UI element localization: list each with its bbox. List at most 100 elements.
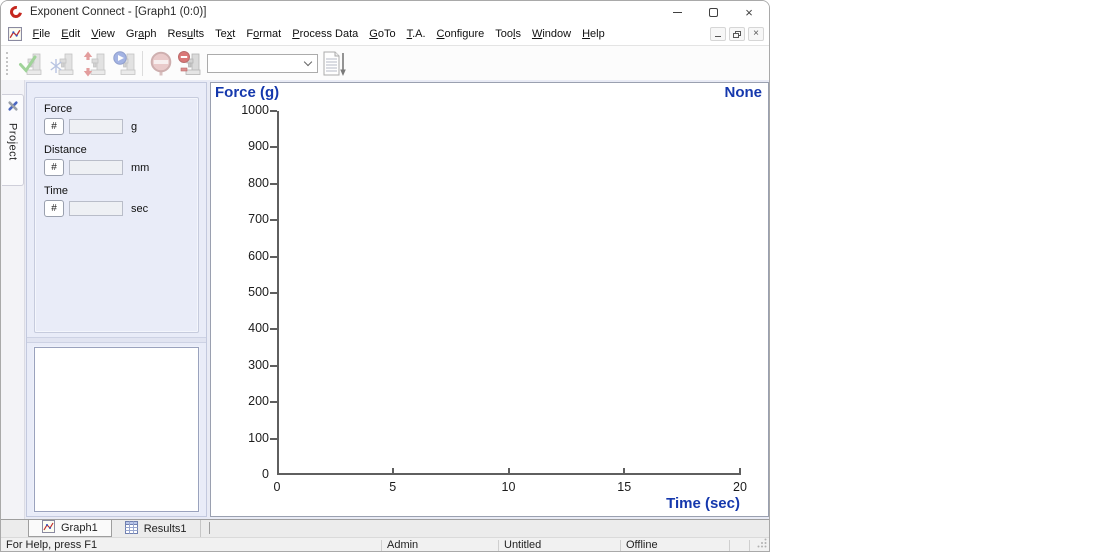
distance-label: Distance <box>44 144 198 156</box>
stop-sign-icon <box>149 51 175 77</box>
y-tick-mark <box>270 146 277 148</box>
x-tick-label: 20 <box>720 480 760 494</box>
distance-hash-button[interactable]: # <box>44 159 64 176</box>
status-separator <box>620 540 621 551</box>
horizontal-splitter[interactable] <box>27 337 206 343</box>
tab-bar-divider <box>209 522 210 534</box>
report-download-icon <box>321 51 347 77</box>
menu-item-process-data[interactable]: Process Data <box>287 25 364 43</box>
y-tick-mark <box>270 183 277 185</box>
mdi-window-controls: × <box>710 27 764 41</box>
status-separator <box>729 540 730 551</box>
menu-item-configure[interactable]: Configure <box>431 25 490 43</box>
chevron-down-icon <box>304 58 312 66</box>
desktop: Exponent Connect - [Graph1 (0:0)] × File… <box>0 0 1110 552</box>
y-tick-label: 900 <box>217 139 269 153</box>
close-icon: × <box>745 6 753 19</box>
force-label: Force <box>44 103 198 115</box>
tab-results1[interactable]: Results1 <box>112 520 201 537</box>
tab-graph1[interactable]: Graph1 <box>28 520 112 537</box>
manual-readout-group: Force # g Distance # mm <box>34 97 199 333</box>
menu-item-ta[interactable]: T.A. <box>401 25 431 43</box>
y-tick-label: 600 <box>217 249 269 263</box>
status-separator <box>381 540 382 551</box>
resize-grip[interactable] <box>757 538 767 551</box>
table-icon <box>125 521 138 537</box>
menu-item-edit[interactable]: Edit <box>56 25 86 43</box>
machine-calibrate-icon <box>50 51 76 77</box>
menu-item-view[interactable]: View <box>86 25 121 43</box>
machine-calibrate-button[interactable] <box>48 49 78 78</box>
force-field-group: Force # g <box>44 103 198 135</box>
y-tick-mark <box>270 328 277 330</box>
tab-project[interactable]: Project <box>2 94 24 186</box>
menu-item-file[interactable]: File <box>27 25 56 43</box>
x-tick-mark <box>739 468 741 475</box>
view-tab-bar: Graph1 Results1 <box>1 519 769 537</box>
minimize-icon <box>673 12 682 13</box>
status-document: Untitled <box>504 539 541 551</box>
y-tick-mark <box>270 401 277 403</box>
x-tick-label: 10 <box>489 480 529 494</box>
y-tick-mark <box>270 219 277 221</box>
plot-area <box>277 111 740 475</box>
machine-move-arm-button[interactable] <box>80 49 110 78</box>
menu-item-results[interactable]: Results <box>162 25 210 43</box>
document-chart-icon[interactable] <box>8 27 22 41</box>
y-tick-label: 500 <box>217 285 269 299</box>
x-tick-mark <box>623 468 625 475</box>
report-download-button[interactable] <box>319 49 349 78</box>
distance-input[interactable] <box>69 160 123 175</box>
tools-icon <box>6 99 20 118</box>
app-window: Exponent Connect - [Graph1 (0:0)] × File… <box>0 0 770 552</box>
mdi-minimize-button[interactable] <box>710 27 726 41</box>
force-input[interactable] <box>69 119 123 134</box>
machine-run-icon <box>112 51 138 77</box>
toolbar-grip[interactable] <box>6 52 9 75</box>
y-tick-label: 0 <box>217 467 269 481</box>
menu-item-tools[interactable]: Tools <box>490 25 527 43</box>
machine-abort-button[interactable] <box>175 49 205 78</box>
y-tick-label: 700 <box>217 212 269 226</box>
menu-item-format[interactable]: Format <box>241 25 287 43</box>
stop-sign-button[interactable] <box>147 49 177 78</box>
project-listbox[interactable] <box>34 347 199 512</box>
y-tick-mark <box>270 256 277 258</box>
mdi-restore-icon <box>733 31 741 38</box>
time-label: Time <box>44 185 198 197</box>
y-tick-label: 100 <box>217 431 269 445</box>
machine-check-button[interactable] <box>16 49 46 78</box>
y-axis-title: Force (g) <box>215 84 279 101</box>
side-tab-strip: Project <box>1 80 25 519</box>
tab-results1-label: Results1 <box>144 523 187 535</box>
distance-unit: mm <box>131 162 149 174</box>
time-input[interactable] <box>69 201 123 216</box>
menubar-items: FileEditViewGraphResultsTextFormatProces… <box>27 25 610 43</box>
menu-item-goto[interactable]: GoTo <box>364 25 401 43</box>
status-separator <box>749 540 750 551</box>
menu-item-window[interactable]: Window <box>526 25 576 43</box>
project-tab-label: Project <box>7 123 19 161</box>
menu-item-text[interactable]: Text <box>210 25 241 43</box>
window-title: Exponent Connect - [Graph1 (0:0)] <box>30 6 206 18</box>
tab-graph1-label: Graph1 <box>61 522 98 534</box>
machine-move-arm-icon <box>82 51 108 77</box>
y-tick-label: 200 <box>217 394 269 408</box>
test-selector-combo[interactable] <box>207 54 318 73</box>
force-hash-button[interactable]: # <box>44 118 64 135</box>
close-button[interactable]: × <box>731 1 767 23</box>
machine-check-icon <box>18 51 44 77</box>
mdi-restore-button[interactable] <box>729 27 745 41</box>
chart-icon <box>42 520 55 536</box>
machine-run-button[interactable] <box>110 49 140 78</box>
status-user: Admin <box>387 539 418 551</box>
menu-item-graph[interactable]: Graph <box>120 25 162 43</box>
mdi-close-button[interactable]: × <box>748 27 764 41</box>
toolbar-separator <box>142 51 143 76</box>
time-hash-button[interactable]: # <box>44 200 64 217</box>
minimize-button[interactable] <box>659 1 695 23</box>
menu-item-help[interactable]: Help <box>577 25 611 43</box>
y-tick-mark <box>270 365 277 367</box>
graph-area: Force (g) None Time (sec) 01002003004005… <box>210 82 769 517</box>
maximize-button[interactable] <box>695 1 731 23</box>
